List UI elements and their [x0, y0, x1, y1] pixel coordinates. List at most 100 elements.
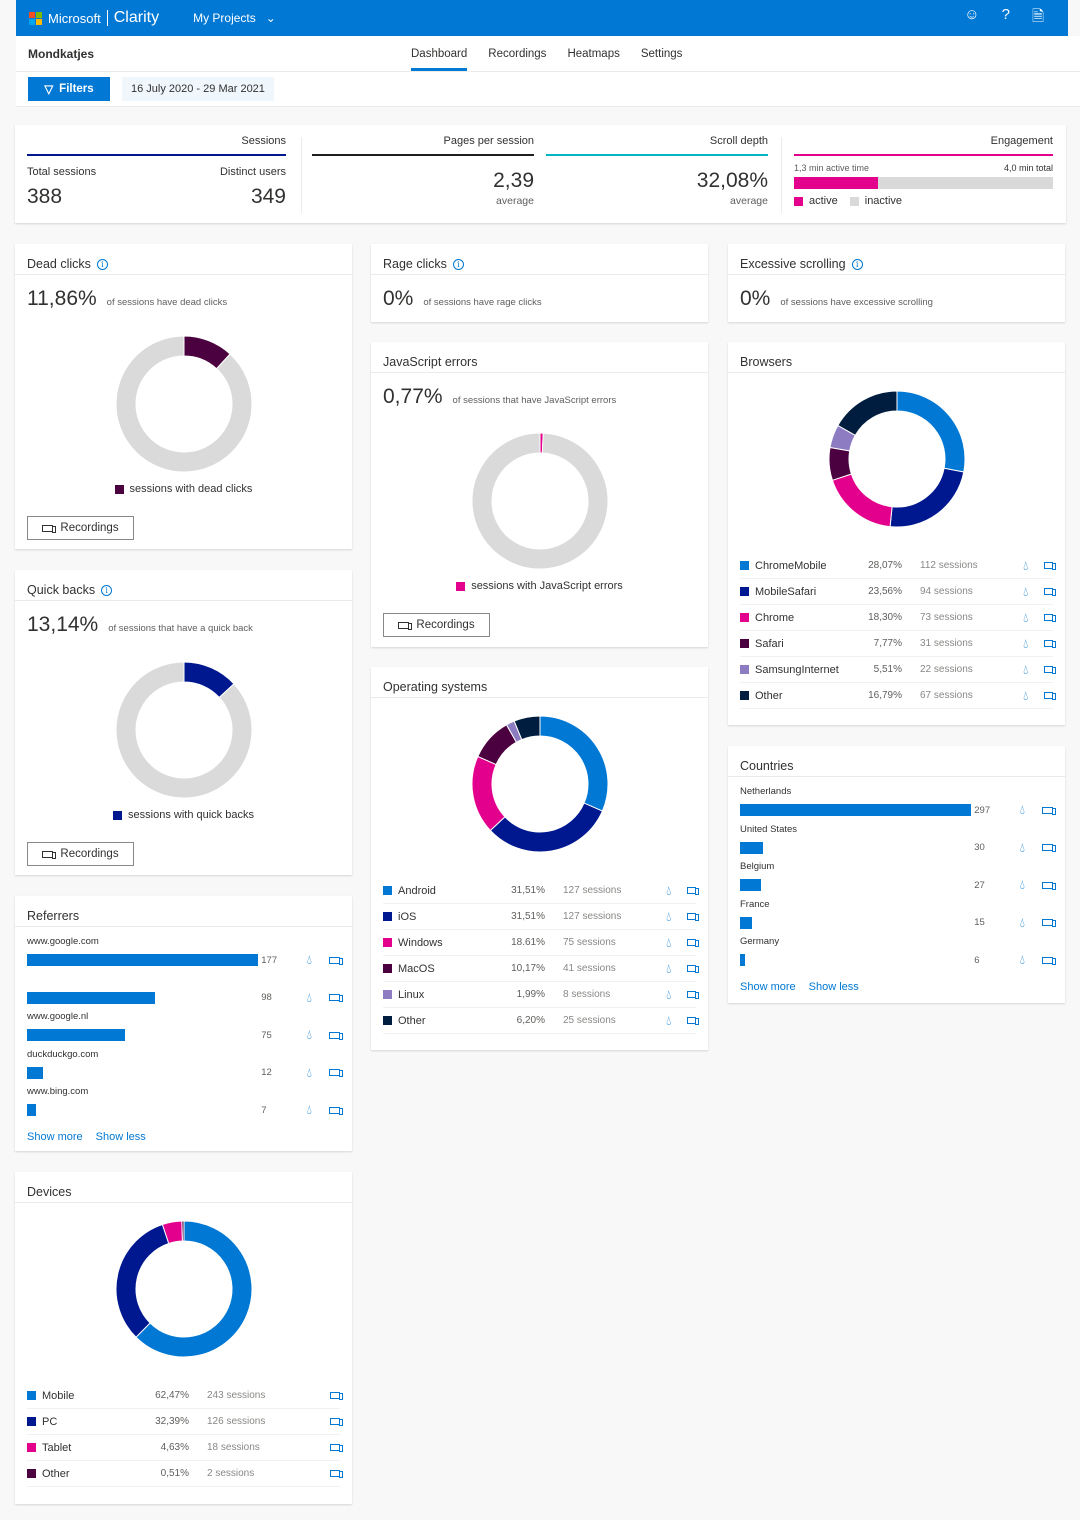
row-name: Windows	[383, 937, 499, 949]
countries-show-more[interactable]: Show more	[740, 981, 796, 993]
row-percent: 18.61%	[511, 937, 545, 948]
heatmap-icon[interactable]: 💧︎	[1016, 915, 1030, 931]
info-icon[interactable]: i	[96, 258, 108, 270]
heatmap-icon[interactable]: 💧︎	[1020, 636, 1032, 652]
referrers-show-less[interactable]: Show less	[96, 1131, 146, 1143]
heatmap-icon[interactable]: 💧︎	[663, 1013, 675, 1029]
recording-icon[interactable]	[1043, 692, 1057, 700]
quick-backs-desc: of sessions that have a quick back	[108, 623, 253, 634]
heatmap-icon[interactable]: 💧︎	[1016, 802, 1030, 818]
recording-icon[interactable]	[1043, 640, 1057, 648]
recording-icon[interactable]	[1043, 562, 1057, 570]
bar-fill	[27, 1104, 37, 1116]
heatmap-icon[interactable]: 💧︎	[1016, 877, 1030, 893]
recording-icon[interactable]	[1043, 588, 1057, 596]
heatmap-icon[interactable]: 💧︎	[663, 987, 675, 1003]
heatmap-icon[interactable]: 💧︎	[303, 952, 317, 968]
recording-icon[interactable]	[686, 991, 700, 999]
heatmap-icon[interactable]: 💧︎	[1016, 952, 1030, 968]
javascript-errors-donut	[471, 432, 608, 570]
heatmap-icon[interactable]: 💧︎	[663, 883, 675, 899]
document-icon[interactable]: 🗎	[1032, 6, 1044, 31]
info-icon[interactable]: i	[851, 258, 863, 270]
javascript-errors-desc: of sessions that have JavaScript errors	[452, 395, 617, 406]
smiley-icon[interactable]: ☺	[964, 6, 979, 31]
countries-show-less[interactable]: Show less	[809, 981, 859, 993]
total-time-label: 4,0 min total	[1003, 163, 1053, 173]
bar-label: Belgium	[740, 861, 775, 872]
heatmap-icon[interactable]: 💧︎	[303, 1102, 317, 1118]
recording-icon[interactable]	[1042, 806, 1056, 815]
heatmap-icon[interactable]: 💧︎	[303, 1027, 317, 1043]
heatmap-icon[interactable]: 💧︎	[303, 1065, 317, 1081]
dead-clicks-recordings-button[interactable]: Recordings	[27, 516, 134, 540]
row-sessions: 127 sessions	[563, 911, 622, 922]
clarity-logo[interactable]: Microsoft Clarity	[29, 9, 159, 27]
recording-icon[interactable]	[329, 1470, 344, 1478]
recording-icon[interactable]	[329, 1444, 344, 1452]
bar-fill	[27, 1029, 125, 1041]
recording-icon[interactable]	[686, 965, 700, 973]
heatmap-icon[interactable]: 💧︎	[303, 990, 317, 1006]
recording-icon[interactable]	[686, 887, 700, 895]
camera-icon	[42, 524, 57, 533]
recording-icon[interactable]	[1043, 666, 1057, 674]
recording-icon[interactable]	[329, 956, 343, 965]
engagement-bar	[794, 177, 1053, 189]
camera-icon	[42, 850, 57, 859]
info-icon[interactable]: i	[101, 584, 113, 596]
heatmap-icon[interactable]: 💧︎	[1020, 688, 1032, 704]
heatmap-icon[interactable]: 💧︎	[1020, 558, 1032, 574]
info-icon[interactable]: i	[452, 258, 464, 270]
bar-label: Netherlands	[740, 786, 792, 797]
tab-dashboard[interactable]: Dashboard	[411, 36, 468, 72]
pages-per-session-section: Pages per session 2,39 average	[312, 125, 534, 223]
bar-value: 6	[974, 954, 980, 966]
legend-inactive: inactive	[849, 195, 902, 207]
javascript-errors-recordings-button[interactable]: Recordings	[383, 613, 490, 637]
tab-settings[interactable]: Settings	[641, 36, 683, 72]
recording-icon[interactable]	[329, 994, 343, 1002]
recording-icon[interactable]	[329, 1418, 344, 1426]
heatmap-icon[interactable]: 💧︎	[663, 935, 675, 951]
referrers-show-more[interactable]: Show more	[27, 1131, 83, 1143]
heatmap-icon[interactable]: 💧︎	[1016, 840, 1030, 856]
row-percent: 4,63%	[160, 1442, 189, 1453]
heatmap-icon[interactable]: 💧︎	[1020, 662, 1032, 678]
heatmap-icon[interactable]: 💧︎	[1020, 610, 1032, 626]
engagement-section: Engagement 1,3 min active time 4,0 min t…	[794, 125, 1053, 223]
recording-icon[interactable]	[329, 1069, 343, 1077]
recording-icon[interactable]	[329, 1106, 343, 1115]
heatmap-icon[interactable]: 💧︎	[663, 961, 675, 977]
browsers-donut	[828, 390, 965, 528]
recording-icon[interactable]	[1042, 844, 1056, 852]
excessive-scrolling-value: 0%	[740, 287, 771, 310]
rage-clicks-desc: of sessions have rage clicks	[423, 297, 542, 308]
help-icon[interactable]: ?	[1002, 6, 1010, 31]
tab-recordings[interactable]: Recordings	[488, 36, 546, 72]
bar-value: 98	[261, 992, 272, 1003]
total-sessions-value: 388	[27, 185, 63, 208]
recording-icon[interactable]	[1043, 614, 1057, 622]
recording-icon[interactable]	[686, 913, 700, 921]
bar-list-item: France 15 💧︎	[740, 899, 1056, 937]
recording-icon[interactable]	[686, 1017, 700, 1025]
recording-icon[interactable]	[1042, 881, 1056, 890]
recording-icon[interactable]	[329, 1031, 343, 1040]
bar-fill	[740, 841, 764, 854]
heatmap-icon[interactable]: 💧︎	[663, 909, 675, 925]
quick-backs-recordings-button[interactable]: Recordings	[27, 842, 134, 866]
bar-value: 75	[261, 1029, 272, 1041]
tab-heatmaps[interactable]: Heatmaps	[567, 36, 619, 72]
date-range-picker[interactable]: 16 July 2020 - 29 Mar 2021	[122, 77, 274, 101]
recording-icon[interactable]	[1042, 919, 1056, 927]
recording-icon[interactable]	[1042, 956, 1056, 965]
recording-icon[interactable]	[686, 939, 700, 947]
my-projects-menu[interactable]: My Projects ⌄	[193, 11, 276, 25]
legend-swatch	[740, 561, 749, 571]
filters-button[interactable]: ▽ Filters	[28, 77, 110, 101]
bar-value: 12	[261, 1067, 272, 1078]
recording-icon[interactable]	[329, 1392, 344, 1400]
quick-backs-card: Quick backs i 13,14% of sessions that hav…	[15, 570, 352, 875]
heatmap-icon[interactable]: 💧︎	[1020, 584, 1032, 600]
